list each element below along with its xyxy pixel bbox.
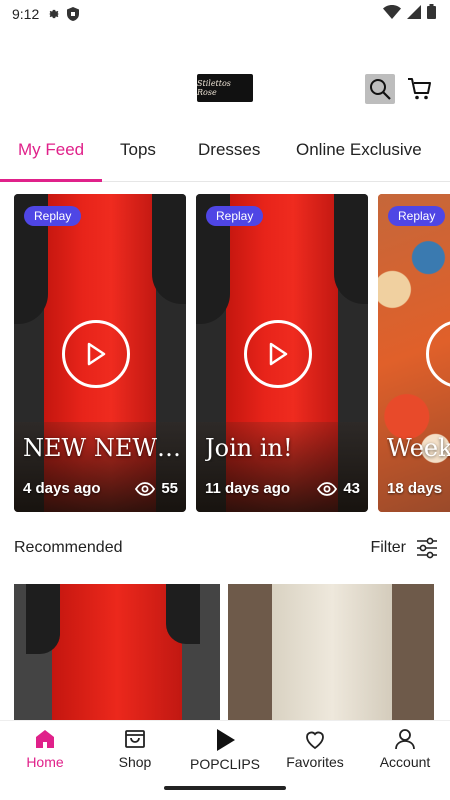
- tab-tops[interactable]: Tops: [120, 140, 156, 160]
- gesture-handle[interactable]: [164, 786, 286, 790]
- nav-shop[interactable]: Shop: [90, 721, 180, 778]
- replay-badge: Replay: [24, 206, 82, 226]
- status-time: 9:12: [12, 6, 40, 22]
- cart-icon: [408, 78, 431, 100]
- eye-icon: [317, 481, 338, 496]
- play-icon: [87, 342, 106, 366]
- eye-icon: [135, 481, 156, 496]
- nav-home[interactable]: Home: [0, 721, 90, 778]
- video-clip-card[interactable]: Replay Weekl 18 days: [378, 194, 450, 512]
- nav-label: Favorites: [286, 754, 344, 770]
- clip-age: 18 days: [387, 480, 443, 497]
- nav-label: POPCLIPS: [189, 756, 261, 772]
- nav-account[interactable]: Account: [360, 721, 450, 778]
- logo-text: Stilettos Rose: [197, 79, 231, 97]
- nav-popclips[interactable]: POPCLIPS: [180, 721, 270, 778]
- search-icon: [370, 79, 391, 100]
- clip-title: NEW NEW N...: [23, 434, 183, 462]
- status-bar: 9:12: [0, 0, 450, 28]
- play-button[interactable]: [62, 320, 130, 388]
- tab-online-exclusive[interactable]: Online Exclusive: [296, 140, 422, 160]
- clip-views: 55: [135, 480, 178, 497]
- brand-logo[interactable]: Stilettos Rose: [197, 74, 253, 102]
- thumbnail-detail: [334, 194, 368, 304]
- play-icon: [217, 729, 235, 751]
- gesture-bar: [0, 778, 450, 800]
- views-count: 55: [161, 480, 178, 497]
- replay-badge: Replay: [206, 206, 264, 226]
- bottom-nav: Home Shop POPCLIPS Favorites Account: [0, 720, 450, 778]
- image-detail: [26, 584, 60, 654]
- app-header: Stilettos Rose: [0, 60, 450, 116]
- nav-label: Account: [379, 754, 431, 770]
- clip-age: 11 days ago: [205, 480, 291, 497]
- home-icon: [36, 730, 54, 748]
- active-tab-indicator: [0, 179, 102, 182]
- clip-meta: 18 days: [387, 480, 450, 497]
- replay-badge: Replay: [388, 206, 446, 226]
- tab-dresses[interactable]: Dresses: [198, 140, 260, 160]
- battery-icon: [427, 4, 436, 22]
- thumbnail-detail: [152, 194, 186, 304]
- product-image: [272, 584, 392, 720]
- user-icon: [395, 729, 415, 750]
- filter-sliders-icon[interactable]: [416, 536, 438, 565]
- clip-views: 43: [317, 480, 360, 497]
- product-card[interactable]: [228, 584, 434, 720]
- signal-icon: [407, 4, 421, 22]
- shield-icon: [67, 7, 80, 21]
- play-button[interactable]: [244, 320, 312, 388]
- tab-my-feed[interactable]: My Feed: [18, 140, 84, 160]
- heart-icon: [306, 731, 324, 750]
- image-detail: [166, 584, 200, 644]
- settings-gear-icon: [47, 7, 61, 21]
- filter-button[interactable]: Filter: [370, 539, 406, 557]
- search-button[interactable]: [365, 74, 395, 104]
- recommended-title: Recommended: [14, 539, 123, 556]
- video-clip-card[interactable]: Replay NEW NEW N... 4 days ago 55: [14, 194, 186, 512]
- views-count: 43: [343, 480, 360, 497]
- nav-favorites[interactable]: Favorites: [270, 721, 360, 778]
- category-tabs: My Feed Tops Dresses Online Exclusive: [0, 130, 450, 182]
- video-clip-card[interactable]: Replay Join in! 11 days ago 43: [196, 194, 368, 512]
- play-icon: [269, 342, 288, 366]
- clip-title: Weekl: [387, 434, 450, 462]
- product-image: [52, 584, 182, 720]
- status-right-icons: [383, 4, 436, 22]
- shopping-bag-icon: [125, 730, 145, 748]
- product-card[interactable]: [14, 584, 220, 720]
- clip-meta: 11 days ago 43: [205, 480, 360, 497]
- wifi-icon: [383, 4, 401, 22]
- nav-label: Shop: [118, 754, 152, 770]
- clip-title: Join in!: [205, 434, 293, 462]
- recommended-header: Recommended Filter: [14, 536, 438, 562]
- clip-age: 4 days ago: [23, 480, 101, 497]
- clip-meta: 4 days ago 55: [23, 480, 178, 497]
- cart-button[interactable]: [404, 74, 434, 104]
- nav-label: Home: [26, 754, 64, 770]
